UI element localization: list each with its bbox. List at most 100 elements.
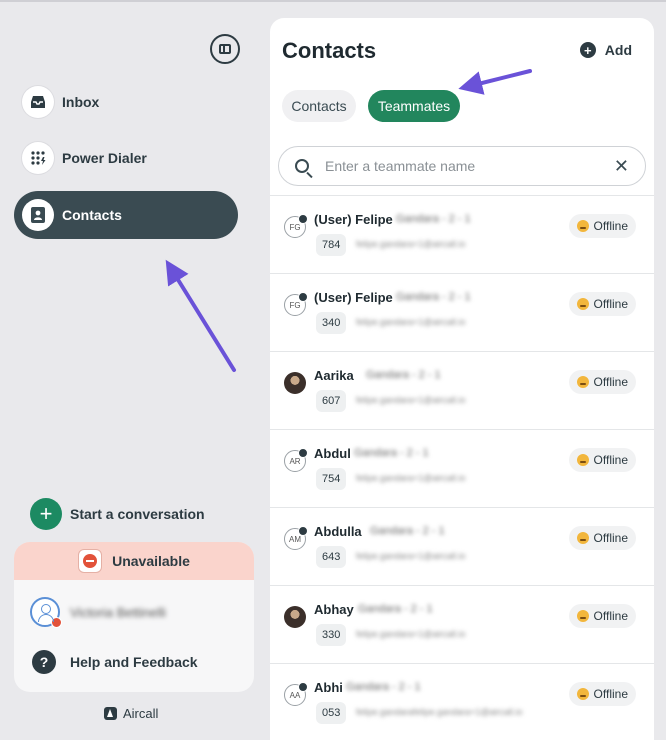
sidebar-item-inbox[interactable]: Inbox <box>14 78 238 126</box>
search-bar: ✕ <box>278 146 646 186</box>
contact-email-redacted: felipe.gandara+1@aircall.io <box>356 473 466 483</box>
page-title: Contacts <box>282 38 377 63</box>
brand-name: Aircall <box>123 706 159 721</box>
plus-icon: + <box>579 42 596 58</box>
help-feedback-label: Help and Feedback <box>70 654 198 670</box>
status-badge: Offline <box>568 292 636 316</box>
avatar: AM <box>284 526 308 550</box>
sleeping-face-icon <box>576 688 589 700</box>
status-label: Offline <box>593 375 628 389</box>
list-item[interactable]: FG (User) Felipe Gandara - 2 - 1 784 fel… <box>270 195 654 273</box>
tab-teammates[interactable]: Teammates <box>368 90 460 122</box>
sidebar-toggle-icon <box>219 44 231 54</box>
avatar-initials: FG <box>289 222 301 232</box>
status-badge: Offline <box>568 448 636 472</box>
availability-status-button[interactable]: Unavailable <box>14 542 254 580</box>
presence-dot <box>298 682 308 692</box>
brand-footer: Aircall <box>104 706 158 721</box>
status-badge: Offline <box>568 604 636 628</box>
list-item[interactable]: Aarika Gandara - 2 - 1 607 felipe.gandar… <box>270 351 654 429</box>
search-icon <box>295 159 309 173</box>
avatar <box>284 372 306 394</box>
avatar <box>284 606 306 628</box>
avatar: FG <box>284 214 308 238</box>
sleeping-face-icon <box>576 532 589 544</box>
help-icon: ? <box>32 650 56 674</box>
contact-email-redacted: felipe.gandara+1@aircall.io <box>356 395 466 405</box>
contacts-panel: Contacts + Add Contacts Teammates ✕ FG (… <box>270 18 654 740</box>
sleeping-face-icon <box>576 298 589 310</box>
list-item[interactable]: FG (User) Felipe Gandara - 2 - 1 340 fel… <box>270 273 654 351</box>
sidebar-item-label: Contacts <box>62 207 122 223</box>
list-item[interactable]: AM Abdulla Gandara - 2 - 1 643 felipe.ga… <box>270 507 654 585</box>
user-name: Victoria Bettinelli <box>70 604 166 620</box>
contact-email-redacted: felipe.gandara+1@aircall.io <box>356 629 466 639</box>
avatar: AR <box>284 448 308 472</box>
contact-email-redacted: felipe.gandara+1@aircall.io <box>356 317 466 327</box>
list-item[interactable]: AA Abhi Gandara - 2 - 1 053 felipe.ganda… <box>270 663 654 740</box>
sidebar-item-power-dialer[interactable]: Power Dialer <box>14 134 238 182</box>
contact-name: (User) Felipe <box>314 212 393 227</box>
extension-badge: 053 <box>316 702 347 724</box>
status-dot <box>51 617 62 628</box>
avatar: AA <box>284 682 308 706</box>
clear-search-icon[interactable]: ✕ <box>614 156 629 177</box>
tab-contacts[interactable]: Contacts <box>282 90 356 122</box>
window-top-border <box>0 0 666 2</box>
aircall-logo-icon <box>104 707 117 720</box>
extension-badge: 330 <box>316 624 347 646</box>
presence-dot <box>298 448 308 458</box>
extension-badge: 340 <box>316 312 347 334</box>
annotation-arrow-contacts <box>165 259 236 372</box>
contact-name-redacted: Gandara - 2 - 1 <box>370 525 445 537</box>
contact-name: (User) Felipe <box>314 290 393 305</box>
avatar-initials: AM <box>289 534 301 544</box>
status-label: Offline <box>593 609 628 623</box>
sidebar-collapse-button[interactable] <box>210 34 240 64</box>
sidebar-item-label: Power Dialer <box>62 150 147 166</box>
list-item[interactable]: AR Abdul Gandara - 2 - 1 754 felipe.gand… <box>270 429 654 507</box>
avatar <box>30 597 62 628</box>
user-card: Unavailable Victoria Bettinelli ? Help a… <box>14 542 254 692</box>
contact-email-redacted: felipe.gandarafelipe.gandara+1@aircall.i… <box>356 707 523 717</box>
plus-icon: + <box>30 498 62 530</box>
status-label: Offline <box>593 297 628 311</box>
sleeping-face-icon <box>576 454 589 466</box>
status-badge: Offline <box>568 526 636 550</box>
presence-dot <box>298 214 308 224</box>
user-profile[interactable]: Victoria Bettinelli <box>30 597 166 628</box>
sleeping-face-icon <box>576 610 589 622</box>
status-label: Offline <box>593 453 628 467</box>
add-contact-button[interactable]: + Add <box>579 42 632 58</box>
keypad-icon <box>22 142 54 174</box>
presence-dot <box>298 292 308 302</box>
list-item[interactable]: Abhay Gandara - 2 - 1 330 felipe.gandara… <box>270 585 654 663</box>
status-badge: Offline <box>568 214 636 238</box>
unavailable-icon <box>78 549 103 573</box>
contact-name-redacted: Gandara - 2 - 1 <box>354 447 429 459</box>
inbox-icon <box>22 86 54 118</box>
contact-name-redacted: Gandara - 2 - 1 <box>396 291 471 303</box>
contact-name: Abdul <box>314 446 351 461</box>
availability-status-label: Unavailable <box>112 553 190 569</box>
contact-book-icon <box>22 199 54 231</box>
contact-name-redacted: Gandara - 2 - 1 <box>366 369 441 381</box>
teammate-search-input[interactable] <box>323 157 614 175</box>
contact-name: Aarika <box>314 368 354 383</box>
extension-badge: 607 <box>316 390 347 412</box>
status-label: Offline <box>593 687 628 701</box>
help-feedback-button[interactable]: ? Help and Feedback <box>32 650 198 674</box>
status-label: Offline <box>593 219 628 233</box>
contact-name-redacted: Gandara - 2 - 1 <box>358 603 433 615</box>
status-badge: Offline <box>568 682 636 706</box>
status-badge: Offline <box>568 370 636 394</box>
contact-email-redacted: felipe.gandara+1@aircall.io <box>356 239 466 249</box>
extension-badge: 643 <box>316 546 347 568</box>
sidebar-item-contacts[interactable]: Contacts <box>14 191 238 239</box>
avatar-initials: AR <box>289 456 301 466</box>
contact-name-redacted: Gandara - 2 - 1 <box>396 213 471 225</box>
start-conversation-button[interactable]: + Start a conversation <box>30 498 205 530</box>
add-label: Add <box>604 42 632 58</box>
start-conversation-label: Start a conversation <box>70 506 205 522</box>
avatar: FG <box>284 292 308 316</box>
